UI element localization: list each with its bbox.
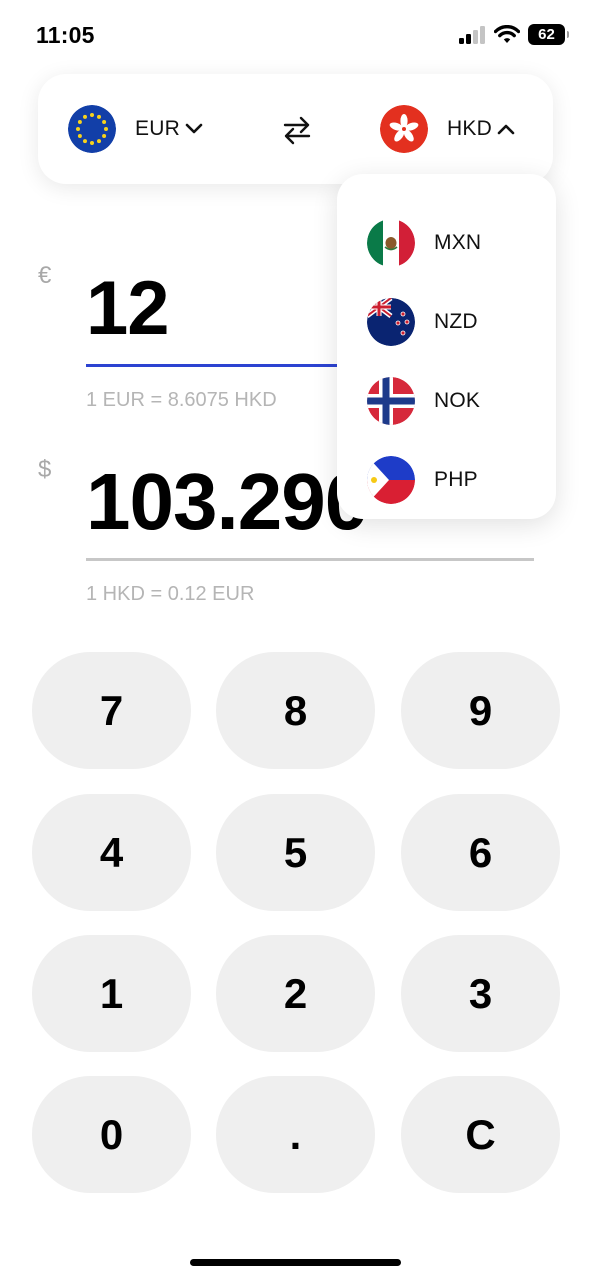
to-amount-underline	[86, 558, 534, 561]
status-icons: 62	[459, 24, 569, 45]
from-amount-input[interactable]: 12	[86, 265, 170, 352]
from-exchange-rate: 1 EUR = 8.6075 HKD	[86, 389, 277, 411]
ph-flag-icon	[367, 456, 415, 504]
swap-arrows-icon	[283, 116, 311, 145]
no-flag-icon	[367, 377, 415, 425]
key-7[interactable]: 7	[32, 652, 191, 769]
cellular-signal-icon	[459, 25, 485, 44]
to-currency-picker[interactable]: HKD	[380, 104, 515, 154]
key-5[interactable]: 5	[216, 794, 375, 911]
eu-flag-icon	[68, 105, 116, 153]
currency-dropdown: MXN NZD NOK PHP	[337, 174, 556, 519]
to-currency-symbol: $	[38, 456, 52, 483]
wifi-icon	[494, 25, 520, 43]
battery-level: 62	[538, 26, 555, 43]
dropdown-item-label: NZD	[434, 310, 478, 333]
key-decimal[interactable]: .	[216, 1076, 375, 1193]
chevron-down-icon	[185, 123, 203, 134]
currency-selector-card: EUR HKD	[38, 74, 553, 184]
dropdown-item-nok[interactable]: NOK	[367, 377, 547, 425]
dropdown-item-label: NOK	[434, 389, 481, 412]
key-4[interactable]: 4	[32, 794, 191, 911]
key-clear[interactable]: C	[401, 1076, 560, 1193]
from-currency-picker[interactable]: EUR	[68, 104, 203, 154]
key-3[interactable]: 3	[401, 935, 560, 1052]
dropdown-item-label: MXN	[434, 231, 482, 254]
dropdown-item-php[interactable]: PHP	[367, 456, 547, 504]
status-bar: 11:05 62	[0, 0, 591, 72]
chevron-up-icon	[497, 124, 515, 135]
battery-icon: 62	[528, 24, 569, 45]
to-exchange-rate: 1 HKD = 0.12 EUR	[86, 583, 255, 605]
key-6[interactable]: 6	[401, 794, 560, 911]
home-indicator[interactable]	[190, 1259, 401, 1266]
from-currency-code: EUR	[135, 117, 180, 140]
dropdown-item-label: PHP	[434, 468, 478, 491]
status-time: 11:05	[36, 22, 95, 48]
nz-flag-icon	[367, 298, 415, 346]
dropdown-item-nzd[interactable]: NZD	[367, 298, 547, 346]
key-2[interactable]: 2	[216, 935, 375, 1052]
dropdown-item-mxn[interactable]: MXN	[367, 219, 547, 267]
to-currency-code: HKD	[447, 117, 492, 140]
swap-currencies-button[interactable]	[274, 107, 320, 153]
to-amount-value[interactable]: 103.290	[86, 456, 369, 548]
key-1[interactable]: 1	[32, 935, 191, 1052]
key-8[interactable]: 8	[216, 652, 375, 769]
hk-flag-icon	[380, 105, 428, 153]
mx-flag-icon	[367, 219, 415, 267]
from-currency-symbol: €	[38, 262, 52, 289]
key-0[interactable]: 0	[32, 1076, 191, 1193]
key-9[interactable]: 9	[401, 652, 560, 769]
